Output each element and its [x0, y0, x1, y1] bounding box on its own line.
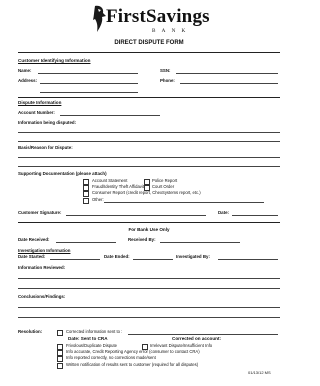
account-label: Account Number: [18, 110, 55, 115]
logo-name: FirstSavings [106, 6, 210, 27]
date-ended-field[interactable] [133, 259, 173, 260]
conclusions-field-2[interactable] [18, 317, 280, 318]
info-disputed-label: Information being disputed: [18, 120, 77, 125]
date-started-label: Date Started: [18, 254, 46, 259]
received-by-field[interactable] [160, 242, 240, 243]
basis-field-1[interactable] [18, 157, 280, 158]
phone-field[interactable] [180, 83, 278, 84]
address-field-2[interactable] [40, 92, 138, 93]
date-received-field[interactable] [56, 242, 116, 243]
form-title: DIRECT DISPUTE FORM [114, 40, 184, 46]
date-ended-label: Date Ended: [104, 254, 130, 259]
address-field-1[interactable] [40, 83, 138, 84]
ssn-label: SSN: [160, 68, 171, 73]
frivolous-label: Frivolous/Duplicate Dispute [66, 343, 117, 348]
info-accurate-label: Info accurate, Credit Reporting Agency e… [66, 349, 200, 354]
name-field[interactable] [38, 73, 138, 74]
investigated-by-label: Investigated By: [176, 254, 210, 259]
other-checkbox[interactable] [83, 198, 89, 204]
supporting-heading: Supporting Documentation (please attach) [18, 171, 107, 176]
info-reviewed-label: Information Reviewed: [18, 265, 66, 270]
court-order-label: Court Order [152, 184, 175, 189]
date-started-field[interactable] [50, 259, 100, 260]
info-reported-label: Info reported correctly, no corrections … [66, 355, 156, 360]
logo-sub: BANK [152, 28, 192, 34]
resolution-label: Resolution: [18, 329, 43, 334]
written-notice-checkbox[interactable] [57, 363, 63, 369]
consumer-report-label: Consumer Report (credit report, ChexSyst… [92, 190, 201, 195]
ssn-field[interactable] [176, 73, 278, 74]
phone-label: Phone: [160, 78, 175, 83]
date-label: Date: [218, 210, 229, 215]
signature-field[interactable] [66, 215, 206, 216]
name-label: Name: [18, 68, 32, 73]
irrelevant-label: Irrelevant Dispute/Insufficient Info [150, 343, 213, 348]
other-field[interactable] [104, 202, 264, 203]
info-disputed-field-2[interactable] [18, 141, 280, 142]
fraud-affidavit-label: Fraud/Identity Theft Affidavit [92, 184, 144, 189]
info-reviewed-field-1[interactable] [18, 278, 280, 279]
conclusions-field-1[interactable] [18, 307, 280, 308]
received-by-label: Received By: [128, 237, 156, 242]
court-order-checkbox[interactable] [144, 185, 150, 191]
address-label: Address: [18, 78, 38, 83]
account-field[interactable] [60, 115, 160, 116]
divider [18, 52, 280, 53]
consumer-report-checkbox[interactable] [83, 191, 89, 197]
written-notice-label: Written notification of results sent to … [66, 362, 199, 367]
corrected-sent-field[interactable] [128, 334, 278, 335]
signature-label: Customer Signature: [18, 210, 62, 215]
customer-heading: Customer Identifying Information [18, 58, 91, 63]
bank-use-heading: For Bank Use Only [128, 227, 170, 232]
date-field[interactable] [232, 215, 278, 216]
account-statement-label: Account Statement [92, 178, 128, 183]
investigation-heading: Investigation Information [18, 248, 71, 253]
basis-label: Basis/Reason for Dispute: [18, 145, 73, 150]
form-code: 01/13/12 MS [248, 370, 271, 375]
dispute-heading: Dispute Information [18, 100, 62, 105]
investigated-by-field[interactable] [218, 259, 278, 260]
basis-field-2[interactable] [18, 166, 280, 167]
info-reviewed-field-2[interactable] [18, 288, 280, 289]
corrected-sent-checkbox[interactable] [57, 330, 63, 336]
divider [18, 222, 280, 223]
police-report-label: Police Report [152, 178, 178, 183]
divider [18, 97, 280, 98]
bank-logo: FirstSavings BANK [92, 4, 218, 36]
corrected-sent-label: Corrected information sent to : [66, 329, 123, 334]
date-received-label: Date Received: [18, 237, 50, 242]
other-label: Other: [92, 197, 104, 202]
info-reported-checkbox[interactable] [57, 356, 63, 362]
info-disputed-field-1[interactable] [18, 132, 280, 133]
conclusions-label: Conclusions/Findings: [18, 294, 66, 299]
date-sent-cra-label: Date: Sent to CRA [68, 336, 108, 341]
corrected-on-account-label: Corrected on account: [172, 336, 222, 341]
